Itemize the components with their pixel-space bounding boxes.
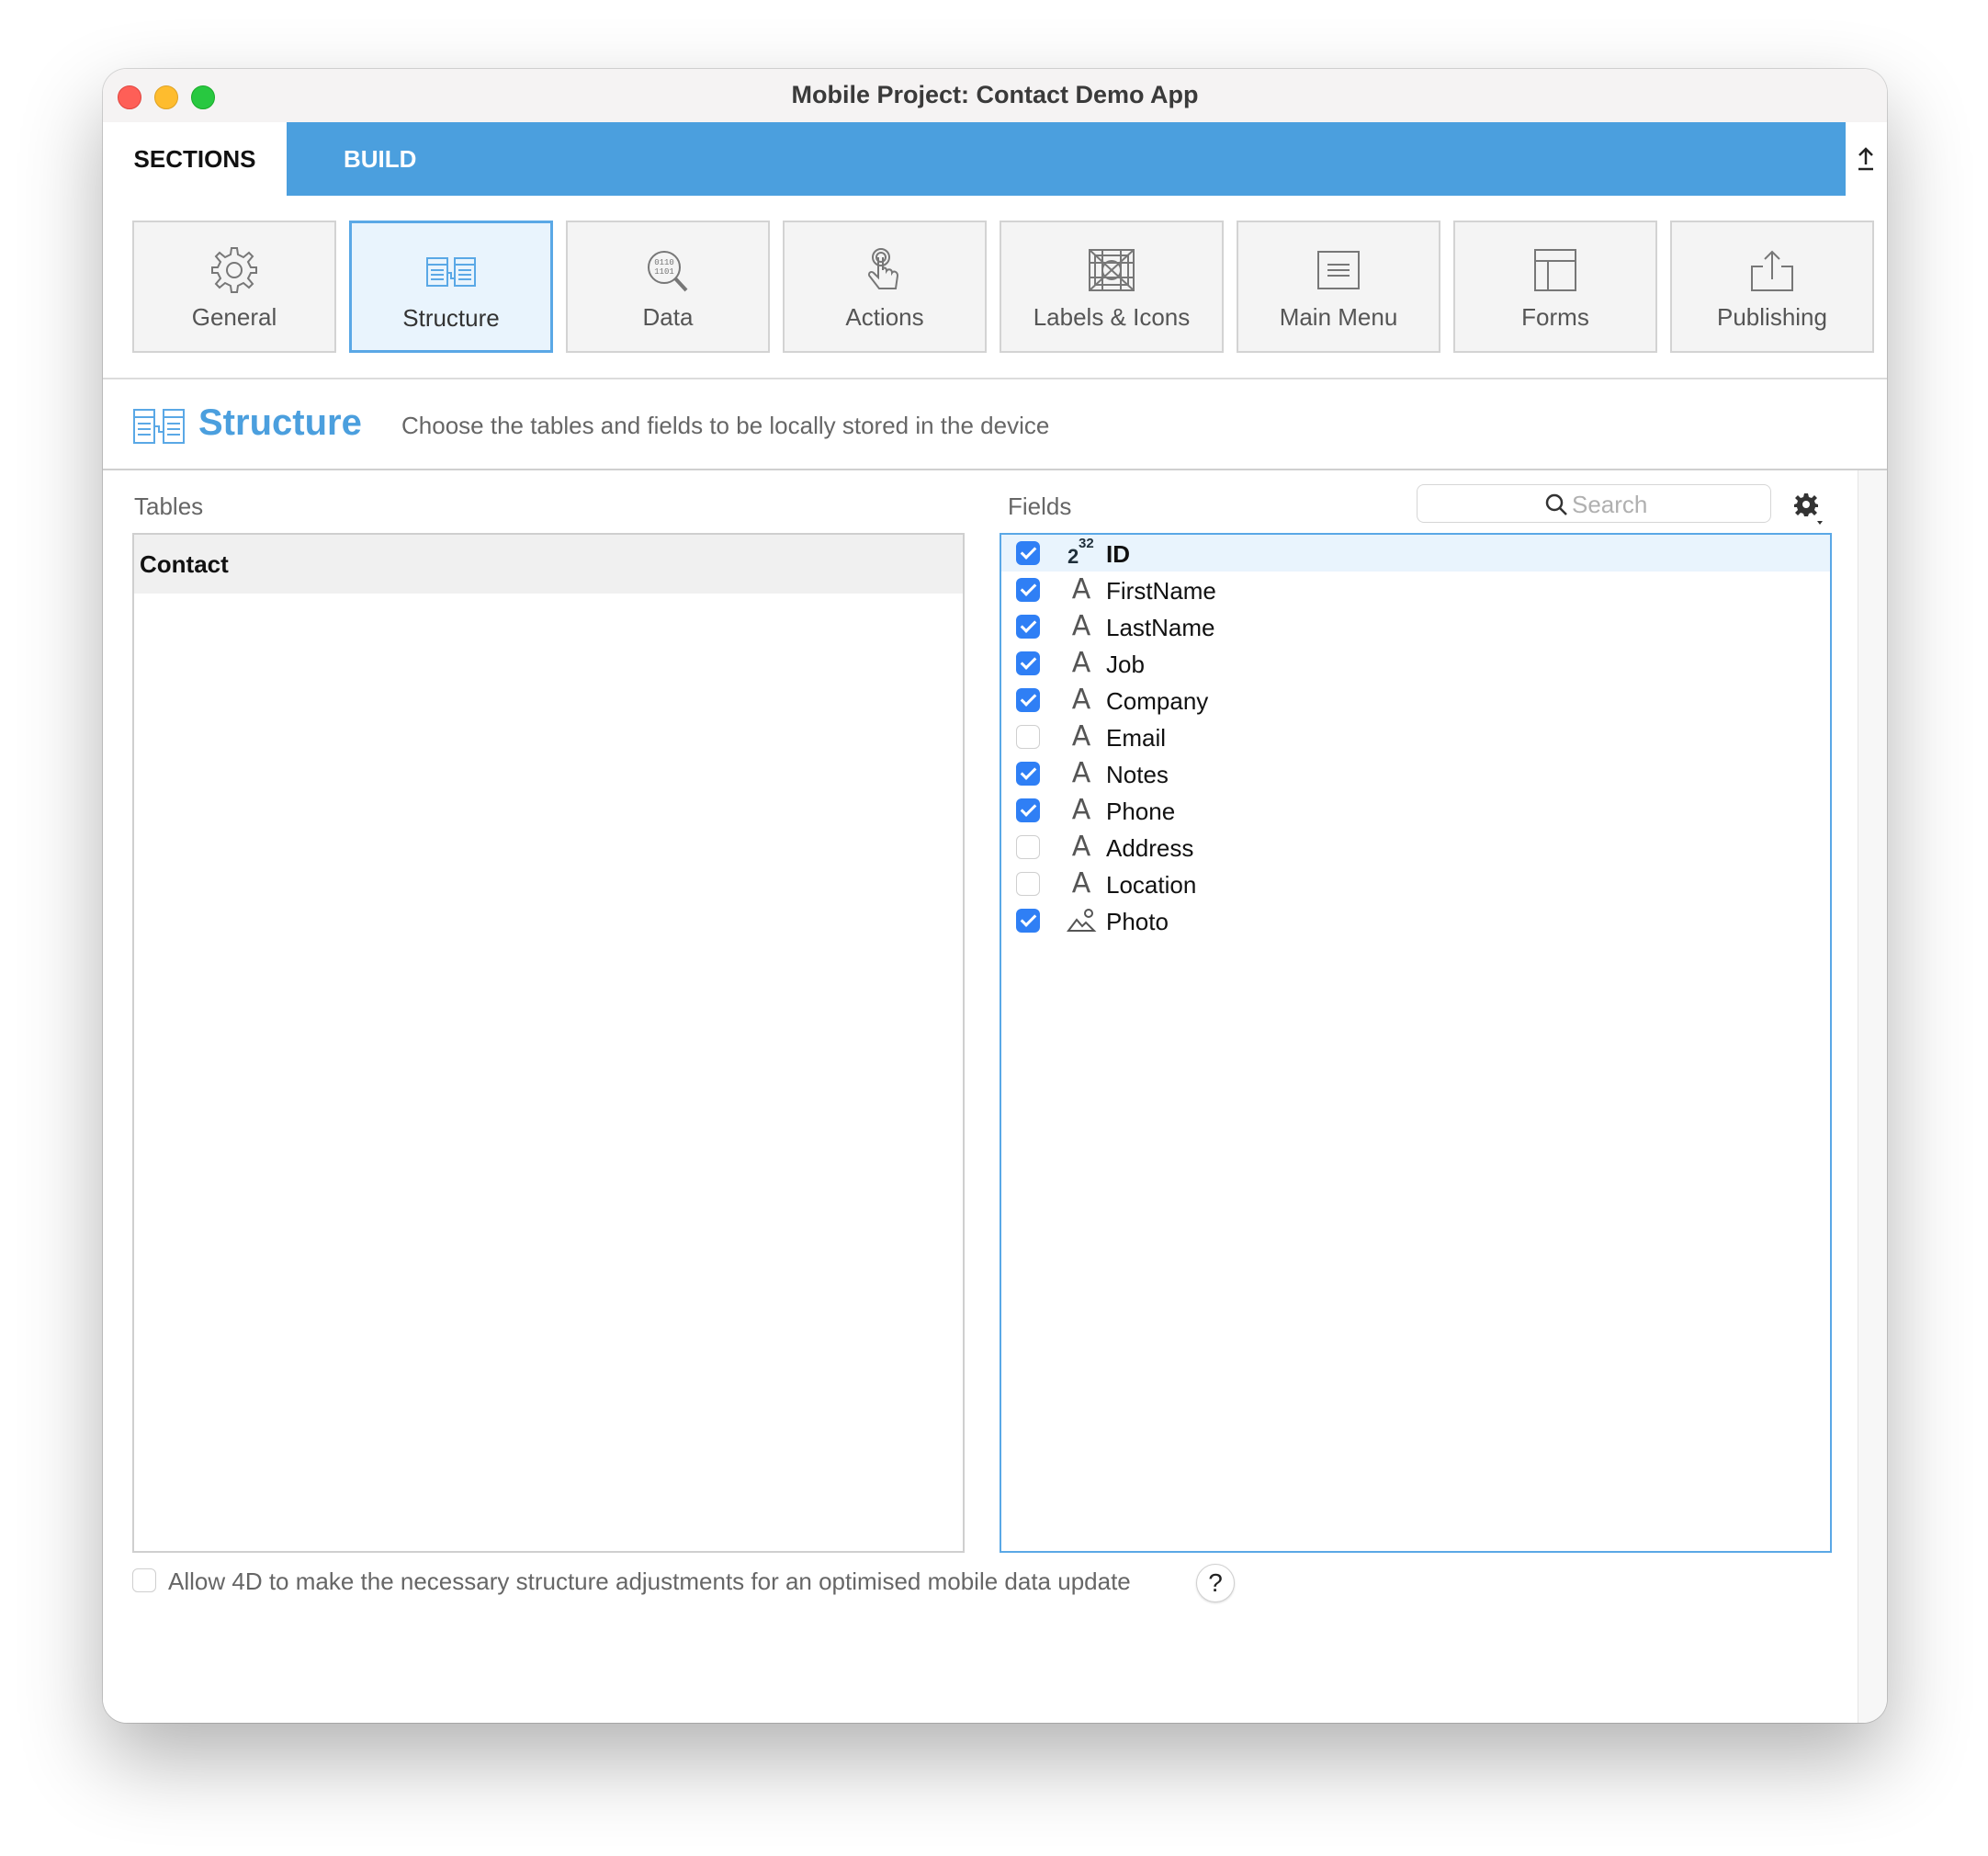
field-name: FirstName [1106,577,1216,605]
section-label: Main Menu [1279,303,1398,331]
field-checkbox[interactable] [1016,835,1040,859]
field-row[interactable]: A LastName [1001,608,1830,645]
section-main-menu-button[interactable]: Main Menu [1237,221,1440,353]
section-label: Publishing [1717,303,1827,331]
field-checkbox[interactable] [1016,541,1040,565]
section-forms-button[interactable]: Forms [1453,221,1657,353]
text-type-icon: A [1071,757,1091,789]
field-name: Company [1106,687,1209,715]
section-label: Labels & Icons [1033,303,1191,331]
text-type-icon: A [1071,610,1091,642]
window-title: Mobile Project: Contact Demo App [791,81,1199,108]
page-title: Structure [198,402,362,443]
section-label: Forms [1521,303,1589,331]
picture-type-icon [1067,909,1097,932]
section-structure-button[interactable]: Structure [349,221,553,353]
menu-icon [1317,251,1360,289]
field-checkbox[interactable] [1016,688,1040,712]
field-row[interactable]: A Email [1001,719,1830,755]
field-checkbox[interactable] [1016,615,1040,639]
table-row[interactable]: Contact [134,535,963,594]
title-bar: Mobile Project: Contact Demo App [103,69,1887,123]
fields-label: Fields [1008,492,1072,520]
tab-bar: SECTIONS BUILD [103,122,1887,196]
gear-menu-icon[interactable] [1791,490,1828,526]
labels-icons-icon [1089,249,1135,291]
structure-icon [133,409,185,444]
field-name: Job [1106,651,1145,678]
tables-list[interactable]: Contact [132,533,965,1553]
number-type-icon: 2 32 [1066,536,1097,569]
search-icon [1545,493,1567,515]
field-row[interactable]: A Job [1001,645,1830,682]
section-label: General [191,303,277,331]
text-type-icon: A [1071,684,1091,716]
text-type-icon: A [1071,720,1091,753]
field-row[interactable]: A Phone [1001,792,1830,829]
field-checkbox[interactable] [1016,872,1040,896]
svg-text:1101: 1101 [654,267,674,277]
touch-icon [867,248,899,289]
field-name: Notes [1106,761,1169,788]
field-row[interactable]: A Company [1001,682,1830,719]
field-row[interactable]: A Notes [1001,755,1830,792]
structure-adjust-checkbox[interactable] [132,1568,156,1592]
tables-label: Tables [134,492,204,520]
field-row[interactable]: A Address [1001,829,1830,866]
section-data-button[interactable]: 0110 1101 Data [566,221,770,353]
field-checkbox[interactable] [1016,651,1040,675]
section-publishing-button[interactable]: Publishing [1670,221,1874,353]
field-row[interactable]: A Location [1001,866,1830,902]
number-type-base: 2 [1067,545,1079,568]
gear-icon [211,247,257,293]
section-label: Actions [845,303,924,331]
forms-icon [1534,249,1576,291]
field-checkbox[interactable] [1016,798,1040,822]
publish-icon [1751,250,1793,291]
export-icon[interactable] [1856,144,1876,172]
number-type-exponent: 32 [1079,536,1094,551]
svg-text:0110: 0110 [654,258,674,267]
structure-icon [426,257,476,287]
section-labels-icons-button[interactable]: Labels & Icons [1000,221,1224,353]
field-row[interactable]: Photo [1001,902,1830,939]
field-name: Email [1106,724,1167,752]
scrollbar[interactable] [1858,470,1887,1723]
field-name: ID [1106,540,1130,568]
help-button[interactable]: ? [1196,1564,1235,1602]
app-window: Mobile Project: Contact Demo App SECTION… [103,69,1887,1723]
section-label: Structure [402,304,500,332]
field-checkbox[interactable] [1016,909,1040,933]
text-type-icon: A [1071,647,1091,679]
field-checkbox[interactable] [1016,578,1040,602]
text-type-icon: A [1071,867,1091,900]
tab-build[interactable]: BUILD [287,122,1846,196]
text-type-icon: A [1071,831,1091,863]
fields-list[interactable]: 2 32 ID A FirstName A LastName A Job A Company A Ema… [1000,533,1832,1553]
page-description: Choose the tables and fields to be local… [401,412,1050,439]
field-row[interactable]: A FirstName [1001,572,1830,608]
section-general-button[interactable]: General [132,221,336,353]
divider [103,378,1887,379]
field-row[interactable]: 2 32 ID [1001,535,1830,572]
field-name: Address [1106,834,1194,862]
section-actions-button[interactable]: Actions [783,221,987,353]
structure-adjust-label: Allow 4D to make the necessary structure… [168,1567,1131,1595]
text-type-icon: A [1071,573,1091,605]
field-name: Phone [1106,798,1176,825]
field-name: LastName [1106,614,1215,641]
text-type-icon: A [1071,794,1091,826]
search-field[interactable] [1417,484,1771,523]
section-label: Data [642,303,694,331]
data-icon: 0110 1101 [648,251,688,292]
search-input[interactable] [1570,487,1757,522]
tab-sections[interactable]: SECTIONS [103,122,287,196]
field-checkbox[interactable] [1016,725,1040,749]
field-name: Location [1106,871,1197,899]
field-name: Photo [1106,908,1169,935]
field-checkbox[interactable] [1016,762,1040,786]
